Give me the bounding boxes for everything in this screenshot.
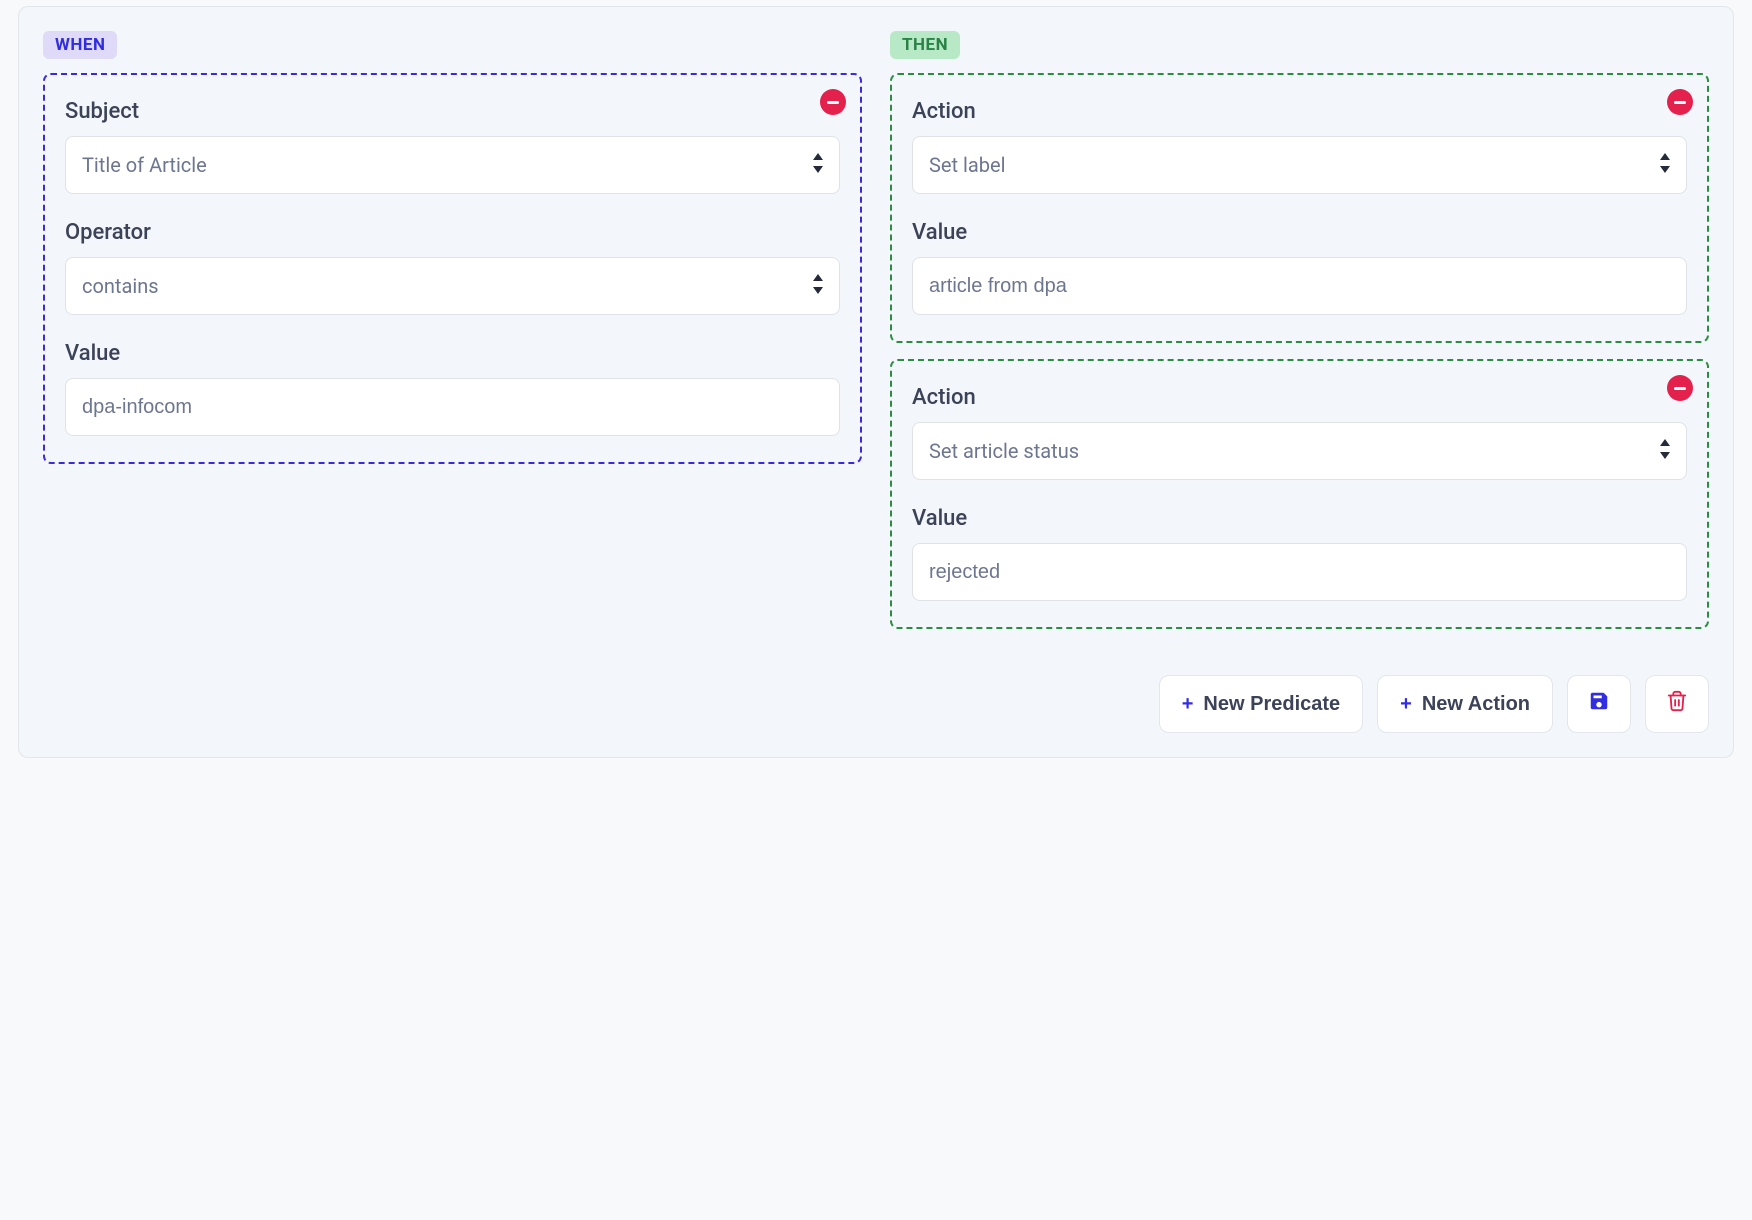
remove-predicate-button[interactable] bbox=[820, 89, 846, 115]
action-value-input[interactable] bbox=[912, 257, 1687, 315]
when-column: WHEN Subject Title of Article Operator bbox=[43, 31, 862, 645]
new-predicate-label: New Predicate bbox=[1203, 693, 1340, 716]
new-action-label: New Action bbox=[1422, 693, 1530, 716]
action-box-2: Action Set article status Value bbox=[890, 359, 1709, 629]
new-action-button[interactable]: + New Action bbox=[1377, 675, 1553, 733]
action-group: Action Set label bbox=[912, 99, 1687, 194]
operator-group: Operator contains bbox=[65, 220, 840, 315]
then-tag: THEN bbox=[890, 31, 960, 59]
action-value-group: Value bbox=[912, 220, 1687, 315]
save-button[interactable] bbox=[1567, 675, 1631, 733]
action-value-input[interactable] bbox=[912, 543, 1687, 601]
operator-label: Operator bbox=[65, 220, 840, 245]
predicate-value-input[interactable] bbox=[65, 378, 840, 436]
subject-select[interactable]: Title of Article bbox=[65, 136, 840, 194]
action-value-group: Value bbox=[912, 506, 1687, 601]
rule-columns: WHEN Subject Title of Article Operator bbox=[43, 31, 1709, 645]
then-column: THEN Action Set label Value bbox=[890, 31, 1709, 645]
value-label: Value bbox=[65, 341, 840, 366]
action-select[interactable]: Set label bbox=[912, 136, 1687, 194]
action-group: Action Set article status bbox=[912, 385, 1687, 480]
save-icon bbox=[1588, 690, 1610, 718]
subject-label: Subject bbox=[65, 99, 840, 124]
action-label: Action bbox=[912, 99, 1687, 124]
value-group: Value bbox=[65, 341, 840, 436]
new-predicate-button[interactable]: + New Predicate bbox=[1159, 675, 1363, 733]
action-label: Action bbox=[912, 385, 1687, 410]
value-label: Value bbox=[912, 506, 1687, 531]
when-tag: WHEN bbox=[43, 31, 117, 59]
delete-button[interactable] bbox=[1645, 675, 1709, 733]
trash-icon bbox=[1666, 690, 1688, 718]
plus-icon: + bbox=[1182, 694, 1194, 714]
plus-icon: + bbox=[1400, 694, 1412, 714]
action-box-1: Action Set label Value bbox=[890, 73, 1709, 343]
remove-action-button[interactable] bbox=[1667, 89, 1693, 115]
action-select[interactable]: Set article status bbox=[912, 422, 1687, 480]
value-label: Value bbox=[912, 220, 1687, 245]
footer-actions: + New Predicate + New Action bbox=[43, 675, 1709, 733]
subject-group: Subject Title of Article bbox=[65, 99, 840, 194]
predicate-box: Subject Title of Article Operator contai… bbox=[43, 73, 862, 464]
operator-select[interactable]: contains bbox=[65, 257, 840, 315]
rule-card: WHEN Subject Title of Article Operator bbox=[18, 6, 1734, 758]
remove-action-button[interactable] bbox=[1667, 375, 1693, 401]
